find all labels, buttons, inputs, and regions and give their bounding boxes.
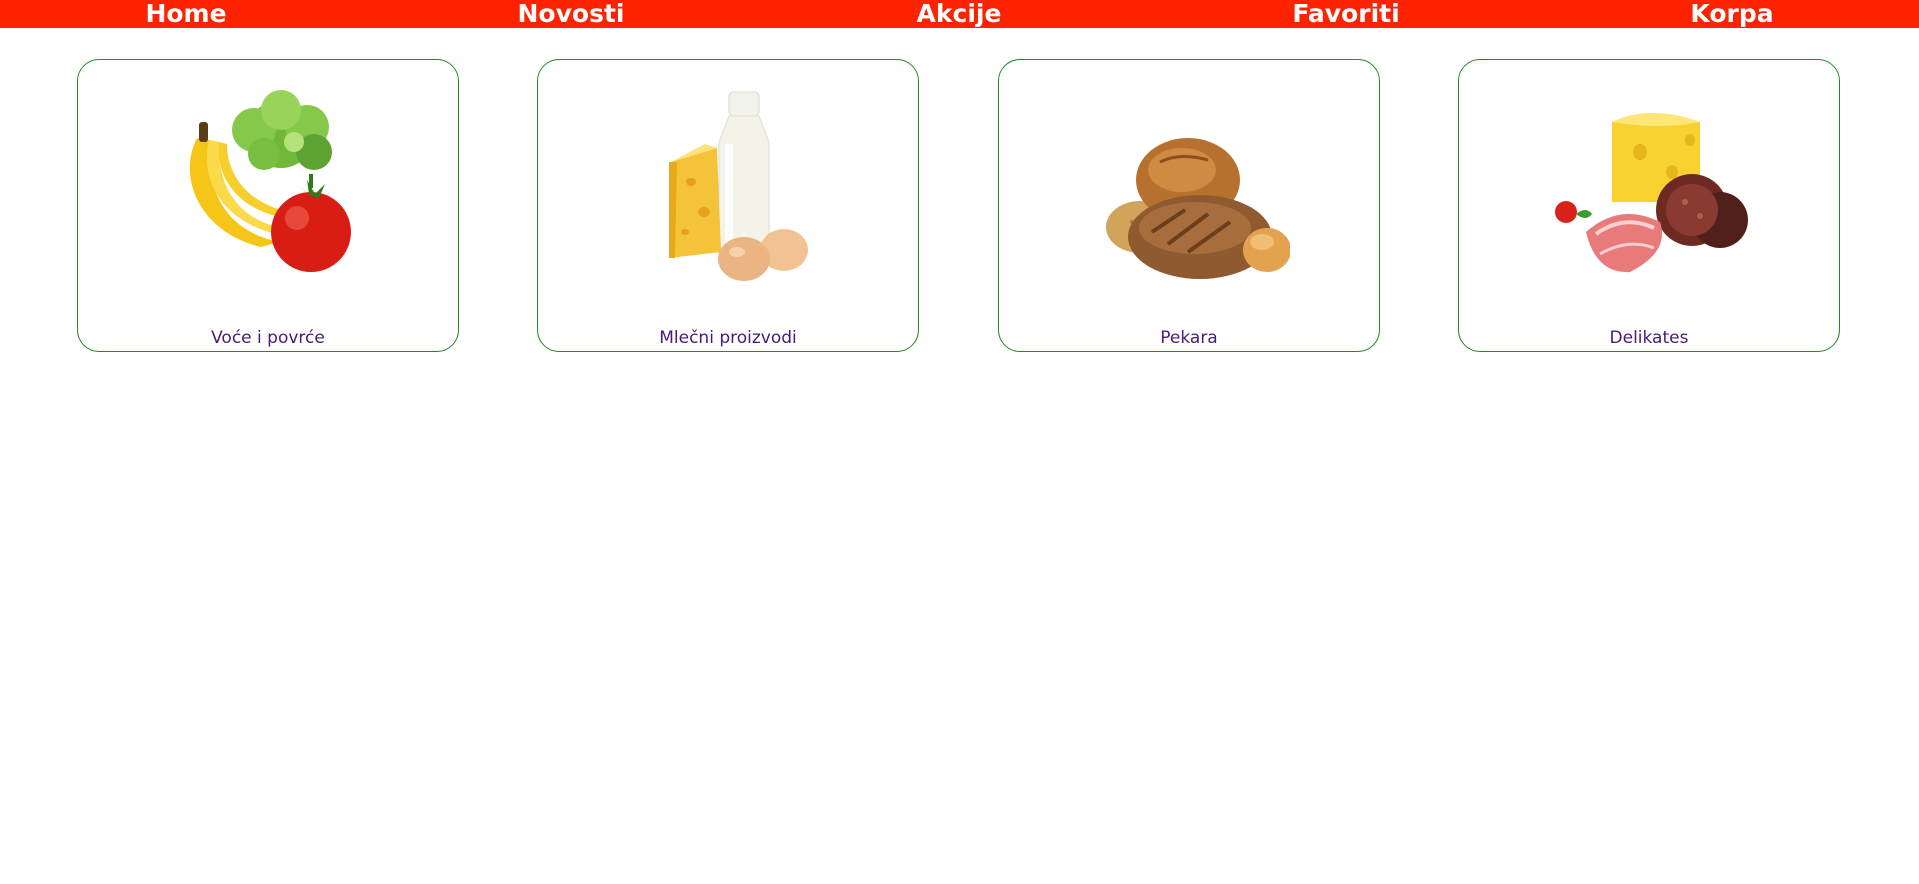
category-card-pekara[interactable]: Pekara	[998, 59, 1380, 352]
category-label: Voće i povrće	[211, 328, 325, 348]
category-card-mlecni-proizvodi[interactable]: Mlečni proizvodi	[537, 59, 919, 352]
bakery-image	[1106, 138, 1290, 279]
deli-image	[1555, 113, 1748, 273]
category-label: Mlečni proizvodi	[659, 328, 797, 348]
top-navigation-bar: Home Novosti Akcije Favoriti Korpa	[0, 0, 1919, 28]
dairy-image	[669, 91, 808, 281]
category-card-delikates[interactable]: Delikates	[1458, 59, 1840, 352]
category-label: Delikates	[1609, 328, 1689, 348]
nav-akcije-link[interactable]: Akcije	[917, 0, 1002, 28]
nav-korpa-link[interactable]: Korpa	[1690, 0, 1773, 28]
fruit-vegetables-image	[189, 90, 351, 272]
nav-novosti-link[interactable]: Novosti	[518, 0, 625, 28]
nav-home-link[interactable]: Home	[145, 0, 226, 28]
category-card-voce-povrce[interactable]: Voće i povrće	[77, 59, 459, 352]
category-label: Pekara	[1160, 328, 1218, 348]
nav-favoriti-link[interactable]: Favoriti	[1292, 0, 1399, 28]
